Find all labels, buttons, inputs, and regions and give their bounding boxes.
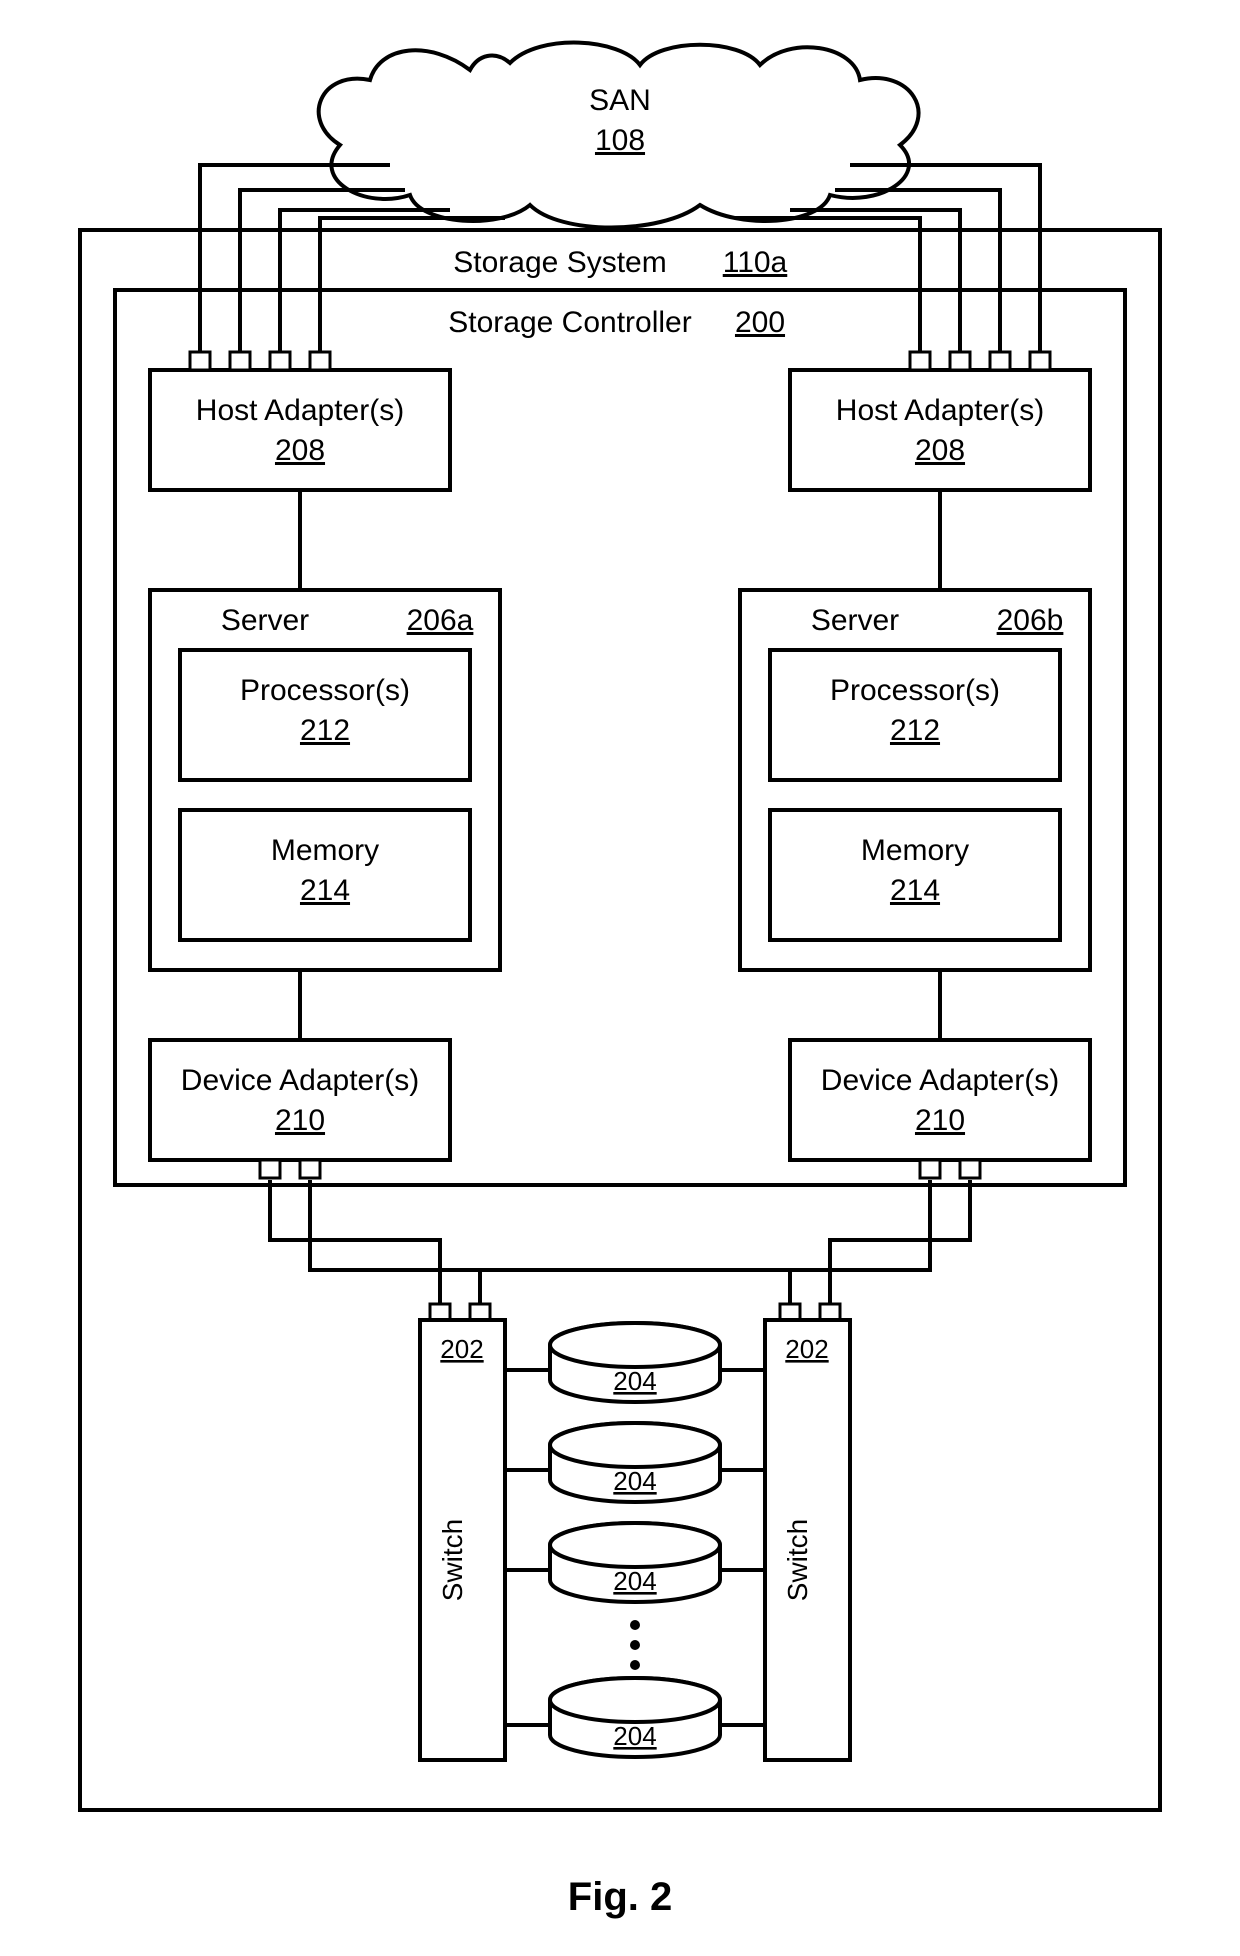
switch-left-ref: 202 bbox=[440, 1334, 483, 1364]
disk-icon: 204 bbox=[505, 1423, 765, 1502]
device-adapter-right-ref: 210 bbox=[915, 1104, 965, 1137]
host-adapter-left-ref: 208 bbox=[275, 434, 325, 467]
host-adapter-left-box bbox=[150, 370, 450, 490]
ellipsis-icon bbox=[630, 1620, 640, 1630]
processor-left-label: Processor(s) bbox=[240, 674, 410, 707]
port-icon bbox=[960, 1160, 980, 1178]
san-to-left-port2 bbox=[240, 190, 405, 358]
san-to-left-port3 bbox=[280, 210, 450, 358]
switch-left-label: Switch bbox=[437, 1519, 468, 1601]
server-right-ref: 206b bbox=[997, 604, 1064, 637]
server-left-label: Server bbox=[221, 604, 309, 637]
memory-right-label: Memory bbox=[861, 834, 969, 867]
storage-controller-label: Storage Controller bbox=[448, 306, 691, 339]
port-icon bbox=[920, 1160, 940, 1178]
san-ref: 108 bbox=[595, 124, 645, 157]
host-adapter-right-ref: 208 bbox=[915, 434, 965, 467]
san-to-right-port3 bbox=[835, 190, 1000, 358]
port-icon bbox=[270, 352, 290, 370]
device-adapter-left-ref: 210 bbox=[275, 1104, 325, 1137]
device-adapter-left-label: Device Adapter(s) bbox=[181, 1064, 419, 1097]
processor-right-ref: 212 bbox=[890, 714, 940, 747]
san-label: SAN bbox=[589, 84, 651, 117]
disk-ref: 204 bbox=[613, 1366, 656, 1396]
storage-system-label: Storage System bbox=[453, 246, 666, 279]
port-icon bbox=[310, 352, 330, 370]
device-adapter-right-label: Device Adapter(s) bbox=[821, 1064, 1059, 1097]
ellipsis-icon bbox=[630, 1640, 640, 1650]
storage-controller-ref: 200 bbox=[735, 306, 785, 339]
port-icon bbox=[300, 1160, 320, 1178]
port-icon bbox=[950, 352, 970, 370]
da-left-to-switch2 bbox=[310, 1180, 790, 1310]
ellipsis-icon bbox=[630, 1660, 640, 1670]
port-icon bbox=[910, 352, 930, 370]
disk-ref: 204 bbox=[613, 1466, 656, 1496]
processor-left-ref: 212 bbox=[300, 714, 350, 747]
server-right-label: Server bbox=[811, 604, 899, 637]
disk-ref: 204 bbox=[613, 1566, 656, 1596]
host-adapter-left-label: Host Adapter(s) bbox=[196, 394, 404, 427]
disk-ref: 204 bbox=[613, 1721, 656, 1751]
device-adapter-left-box bbox=[150, 1040, 450, 1160]
switch-right-ref: 202 bbox=[785, 1334, 828, 1364]
storage-system-ref: 110a bbox=[723, 246, 788, 279]
device-adapter-right-box bbox=[790, 1040, 1090, 1160]
da-right-to-switch1 bbox=[480, 1180, 930, 1310]
da-left-to-switch1 bbox=[270, 1180, 440, 1310]
switch-right-label: Switch bbox=[782, 1519, 813, 1601]
port-icon bbox=[190, 352, 210, 370]
memory-right-ref: 214 bbox=[890, 874, 940, 907]
port-icon bbox=[260, 1160, 280, 1178]
host-adapter-right-label: Host Adapter(s) bbox=[836, 394, 1044, 427]
da-right-to-switch2 bbox=[830, 1180, 970, 1310]
diagram-canvas: Storage System 110a Storage Controller 2… bbox=[0, 0, 1240, 1956]
host-adapter-right-box bbox=[790, 370, 1090, 490]
port-icon bbox=[1030, 352, 1050, 370]
figure-caption: Fig. 2 bbox=[568, 1875, 672, 1919]
port-icon bbox=[230, 352, 250, 370]
disk-icon: 204 bbox=[505, 1523, 765, 1602]
disk-icon: 204 bbox=[505, 1678, 765, 1757]
processor-right-label: Processor(s) bbox=[830, 674, 1000, 707]
memory-left-label: Memory bbox=[271, 834, 379, 867]
port-icon bbox=[990, 352, 1010, 370]
disk-icon: 204 bbox=[505, 1323, 765, 1402]
san-to-right-port2 bbox=[790, 210, 960, 358]
memory-left-ref: 214 bbox=[300, 874, 350, 907]
server-left-ref: 206a bbox=[407, 604, 474, 637]
